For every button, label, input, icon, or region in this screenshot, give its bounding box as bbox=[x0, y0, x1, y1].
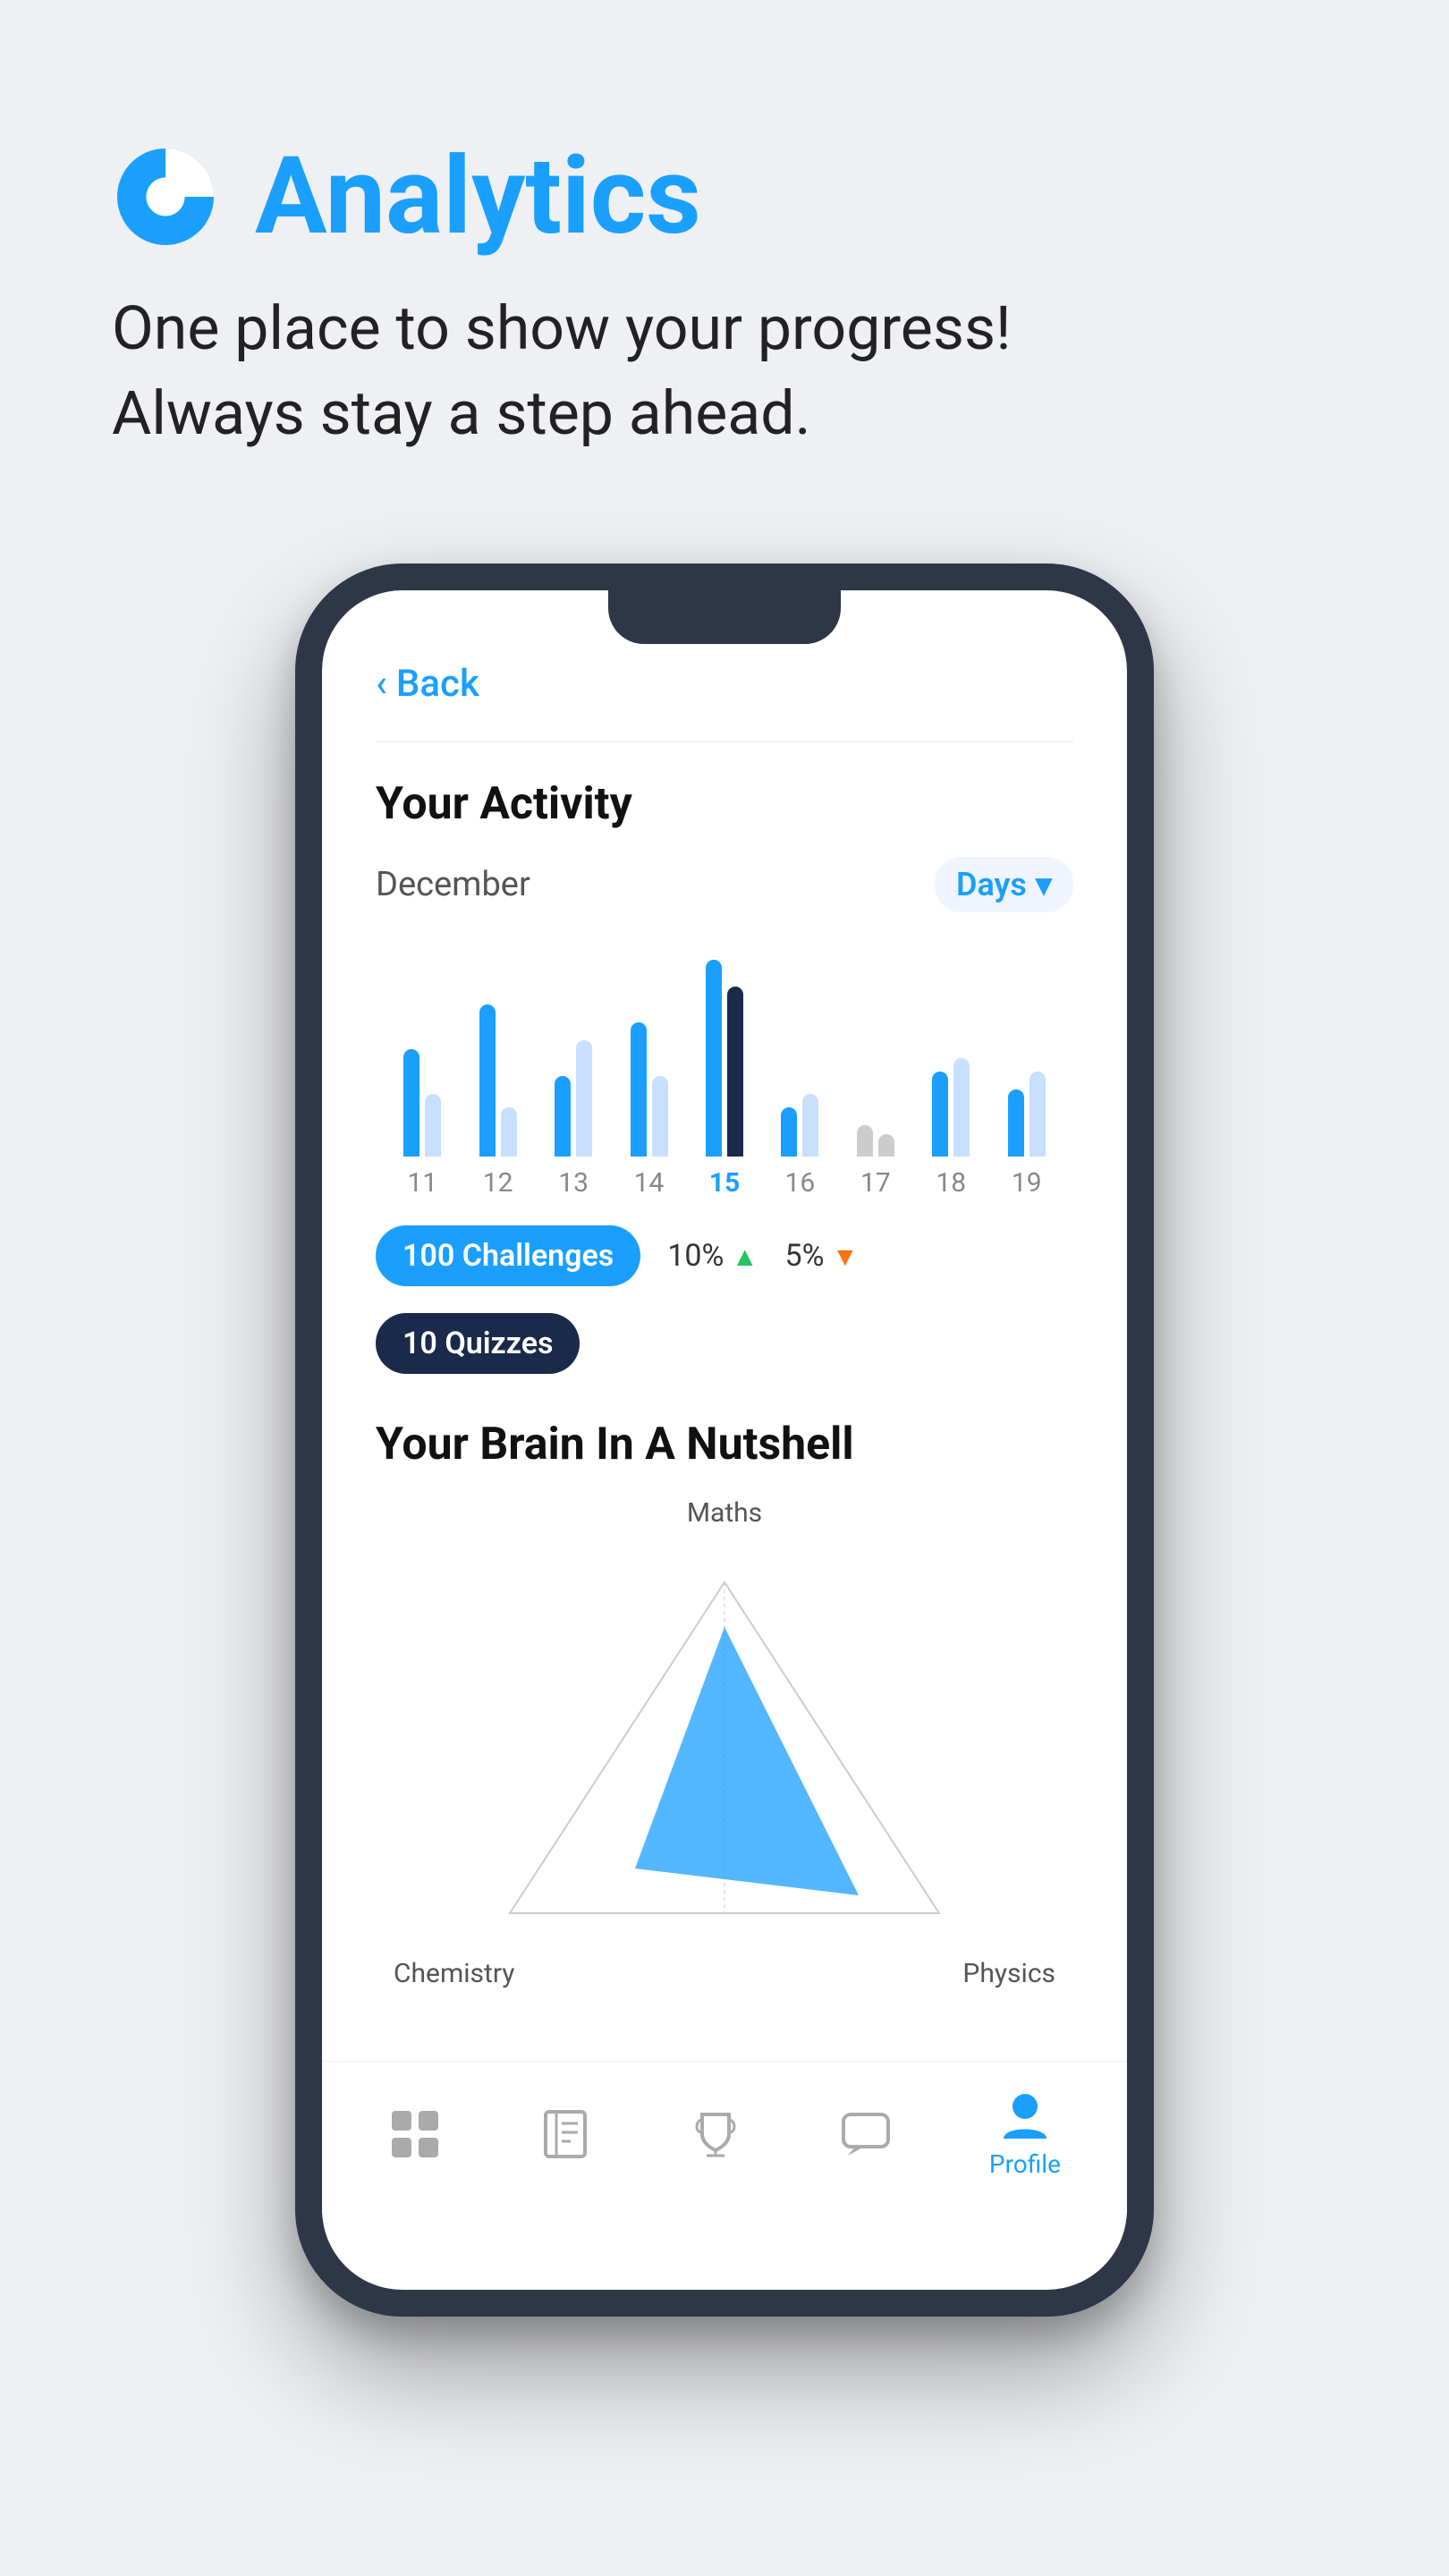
quizzes-count: 10 bbox=[402, 1326, 437, 1361]
bar bbox=[706, 960, 722, 1157]
activity-title: Your Activity bbox=[376, 778, 1073, 830]
percent-up-value: 10% bbox=[667, 1238, 724, 1274]
percent-down-stat: 5% ▼ bbox=[785, 1238, 859, 1274]
radar-chart bbox=[376, 1555, 1073, 1949]
bar-label: 13 bbox=[558, 1167, 589, 1199]
bar-group-18: 18 bbox=[913, 942, 988, 1199]
page-subtitle: One place to show your progress! Always … bbox=[112, 286, 1337, 456]
bar bbox=[555, 1076, 571, 1157]
percent-up-stat: 10% ▲ bbox=[667, 1238, 758, 1274]
page-title: Analytics bbox=[255, 143, 701, 250]
bar-group-16: 16 bbox=[762, 942, 837, 1199]
analytics-pie-icon bbox=[112, 143, 219, 250]
quizzes-label: Quizzes bbox=[445, 1326, 553, 1361]
bar-label: 11 bbox=[407, 1167, 437, 1199]
bar bbox=[932, 1072, 948, 1157]
back-chevron-icon: ‹ bbox=[376, 662, 387, 706]
bar bbox=[1008, 1089, 1024, 1157]
bar-group-12: 12 bbox=[460, 942, 535, 1199]
bar-group-14: 14 bbox=[611, 942, 686, 1199]
title-row: Analytics bbox=[112, 143, 1337, 250]
percent-down-value: 5% bbox=[785, 1238, 825, 1274]
quizzes-badge: 10 Quizzes bbox=[376, 1313, 580, 1374]
brain-section: Your Brain In A Nutshell Maths bbox=[376, 1419, 1073, 1989]
profile-icon bbox=[998, 2089, 1052, 2142]
bar bbox=[425, 1094, 441, 1157]
bar-label: 19 bbox=[1012, 1167, 1042, 1199]
bar-label: 14 bbox=[634, 1167, 665, 1199]
nav-item-profile[interactable]: Profile bbox=[989, 2089, 1061, 2179]
bar bbox=[802, 1094, 818, 1157]
bottom-nav: Profile bbox=[322, 2061, 1127, 2215]
bar-chart: 11 12 bbox=[376, 948, 1073, 1199]
radar-labels-bottom: Chemistry Physics bbox=[376, 1958, 1073, 1989]
bar bbox=[479, 1004, 496, 1157]
back-label: Back bbox=[396, 662, 479, 706]
chevron-down-icon: ▾ bbox=[1036, 866, 1052, 903]
nav-item-home[interactable] bbox=[388, 2107, 442, 2161]
brain-title: Your Brain In A Nutshell bbox=[376, 1419, 1073, 1470]
phone-screen: ‹ Back Your Activity December Days ▾ bbox=[322, 590, 1127, 2290]
stats-row: 100 Challenges 10% ▲ 5% ▼ 10 Quizzes bbox=[376, 1225, 1073, 1374]
bar-label: 17 bbox=[860, 1167, 891, 1199]
down-arrow-icon: ▼ bbox=[832, 1241, 859, 1273]
challenges-badge: 100 Challenges bbox=[376, 1225, 640, 1286]
up-arrow-icon: ▲ bbox=[732, 1241, 758, 1273]
bar-group-11: 11 bbox=[385, 942, 460, 1199]
days-selector[interactable]: Days ▾ bbox=[935, 857, 1073, 912]
activity-header: December Days ▾ bbox=[376, 857, 1073, 912]
bar bbox=[857, 1125, 873, 1157]
bar-label: 12 bbox=[483, 1167, 513, 1199]
bar-group-15: 15 bbox=[687, 942, 762, 1199]
chat-icon bbox=[839, 2107, 893, 2161]
bar-group-13: 13 bbox=[536, 942, 611, 1199]
challenges-count: 100 bbox=[402, 1238, 454, 1274]
divider bbox=[376, 741, 1073, 742]
bar bbox=[878, 1134, 894, 1157]
nav-item-learn[interactable] bbox=[538, 2107, 592, 2161]
nav-item-achievements[interactable] bbox=[689, 2107, 742, 2161]
bar bbox=[953, 1058, 970, 1157]
month-label: December bbox=[376, 865, 530, 904]
back-button[interactable]: ‹ Back bbox=[376, 662, 1073, 706]
header-section: Analytics One place to show your progres… bbox=[0, 0, 1449, 510]
book-icon bbox=[538, 2107, 592, 2161]
bar bbox=[1030, 1072, 1046, 1157]
nav-item-messages[interactable] bbox=[839, 2107, 893, 2161]
bar bbox=[631, 1022, 647, 1157]
bar bbox=[652, 1076, 668, 1157]
period-label: Days bbox=[956, 866, 1027, 903]
bar bbox=[727, 987, 743, 1157]
trophy-icon bbox=[689, 2107, 742, 2161]
phone-notch bbox=[608, 590, 841, 644]
bar-label-selected: 15 bbox=[709, 1167, 740, 1199]
phone-mockup: ‹ Back Your Activity December Days ▾ bbox=[0, 564, 1449, 2406]
radar-label-physics: Physics bbox=[962, 1958, 1055, 1989]
bar-group-19: 19 bbox=[989, 942, 1064, 1199]
challenges-label: Challenges bbox=[462, 1238, 614, 1274]
phone-outer: ‹ Back Your Activity December Days ▾ bbox=[295, 564, 1154, 2317]
profile-nav-label: Profile bbox=[989, 2149, 1061, 2179]
bar bbox=[501, 1107, 517, 1157]
bar bbox=[576, 1040, 592, 1157]
grid-icon bbox=[388, 2107, 442, 2161]
bar-label: 16 bbox=[785, 1167, 816, 1199]
bar-group-17: 17 bbox=[838, 942, 913, 1199]
radar-label-chemistry: Chemistry bbox=[394, 1958, 514, 1989]
bar bbox=[781, 1107, 797, 1157]
bar-label: 18 bbox=[936, 1167, 966, 1199]
radar-label-maths: Maths bbox=[376, 1497, 1073, 1529]
bar bbox=[403, 1049, 419, 1157]
